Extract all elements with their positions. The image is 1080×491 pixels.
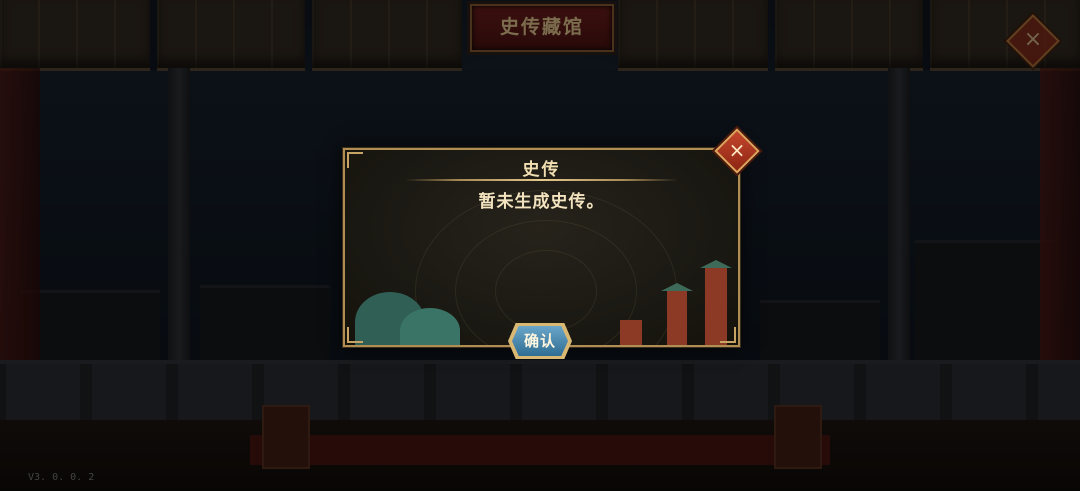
pagoda-illustration <box>667 290 687 345</box>
confirm-button[interactable]: 确认 <box>512 326 568 356</box>
swirl-pattern <box>495 250 597 332</box>
pagoda-roof <box>700 260 732 268</box>
close-icon: × <box>728 138 746 162</box>
dialog-message: 暂未生成史传。 <box>478 192 605 212</box>
title-divider <box>405 179 678 181</box>
history-dialog: 史传 暂未生成史传。 <box>343 148 740 347</box>
frame-corner <box>720 327 736 343</box>
pavilion-illustration <box>620 320 642 345</box>
hill-illustration <box>400 308 460 345</box>
dialog-title: 史传 <box>522 160 561 180</box>
pagoda-roof <box>661 283 693 291</box>
frame-corner <box>347 327 363 343</box>
